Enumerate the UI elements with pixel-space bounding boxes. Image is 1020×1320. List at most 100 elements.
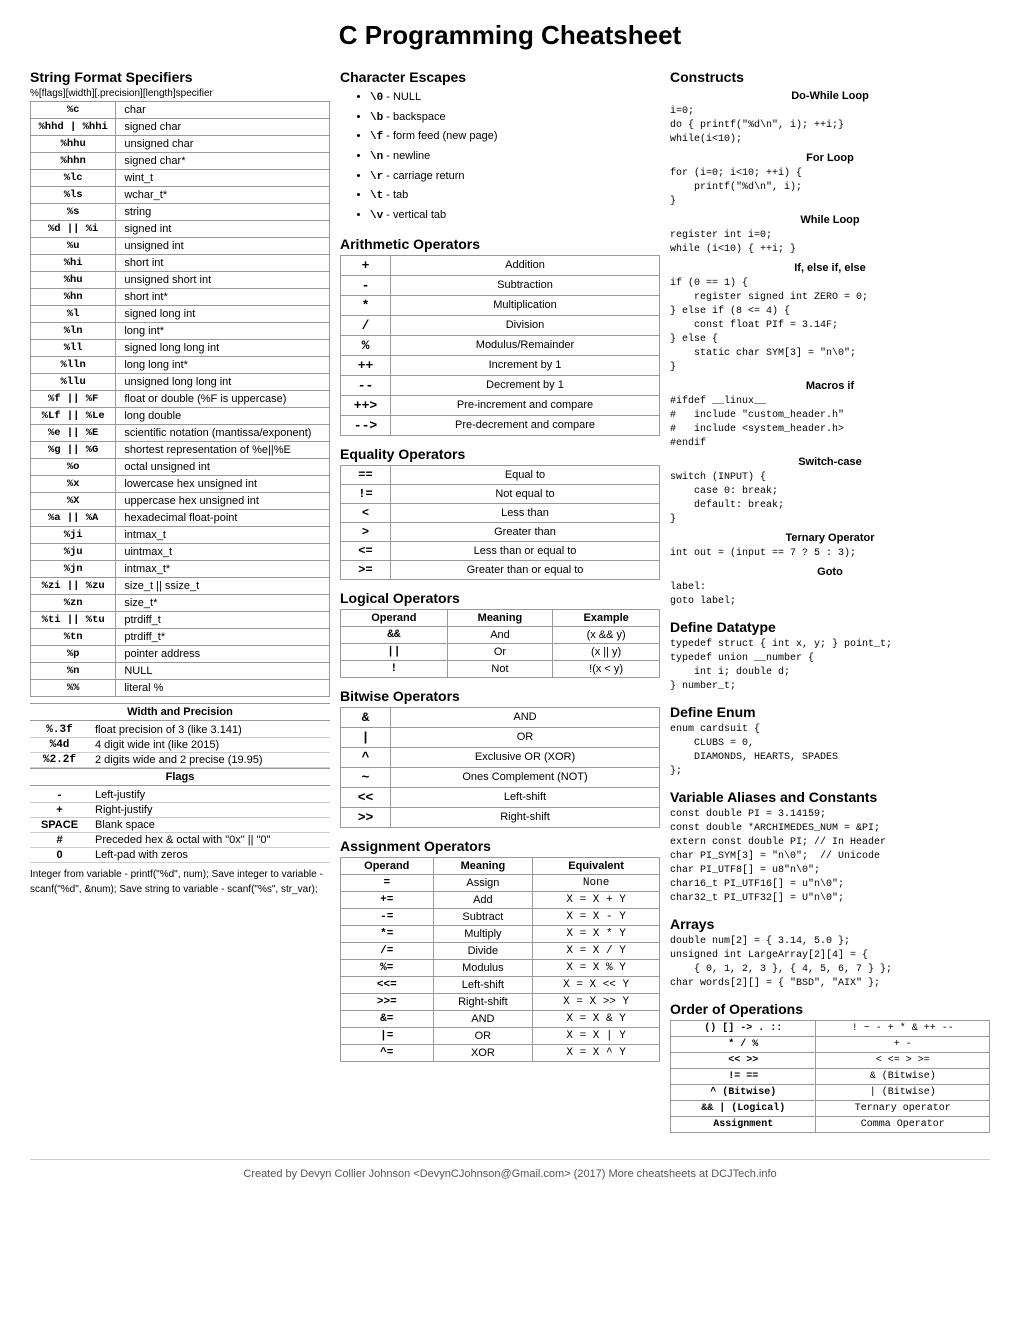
table-row: %e || %Escientific notation (mantissa/ex… xyxy=(31,425,330,442)
bitwise-table: &AND|OR^Exclusive OR (XOR)~Ones Compleme… xyxy=(340,707,660,828)
table-row: -Subtraction xyxy=(341,275,660,295)
if-else-subtitle: If, else if, else xyxy=(670,262,990,274)
list-item: \f - form feed (new page) xyxy=(370,127,660,147)
table-row: |OR xyxy=(341,727,660,747)
table-row: ^Exclusive OR (XOR) xyxy=(341,747,660,767)
equality-title: Equality Operators xyxy=(340,446,660,462)
while-loop-code: register int i=0; while (i<10) { ++i; } xyxy=(670,229,990,257)
table-row: /Division xyxy=(341,315,660,335)
list-item: \0 - NULL xyxy=(370,88,660,108)
table-row: >=Greater than or equal to xyxy=(341,560,660,579)
string-format-subtitle: %[flags][width][.precision][length]speci… xyxy=(30,88,330,99)
arrays-code: double num[2] = { 3.14, 5.0 }; unsigned … xyxy=(670,935,990,991)
table-row: %hhd | %hhisigned char xyxy=(31,119,330,136)
logical-title: Logical Operators xyxy=(340,590,660,606)
table-row: %huunsigned short int xyxy=(31,272,330,289)
flags-title: Flags xyxy=(30,768,330,786)
table-row: *Multiplication xyxy=(341,295,660,315)
table-row: %tnptrdiff_t* xyxy=(31,629,330,646)
table-row: >>Right-shift xyxy=(341,807,660,827)
table-header: Operand xyxy=(341,609,448,626)
table-row: ~Ones Complement (NOT) xyxy=(341,767,660,787)
ternary-code: int out = (input == 7 ? 5 : 3); xyxy=(670,547,990,561)
table-row: %a || %Ahexadecimal float-point xyxy=(31,510,330,527)
char-escapes-list: \0 - NULL\b - backspace\f - form feed (n… xyxy=(340,88,660,226)
list-item: 0Left-pad with zeros xyxy=(30,848,330,863)
ternary-subtitle: Ternary Operator xyxy=(670,532,990,544)
table-row: %hhuunsigned char xyxy=(31,136,330,153)
table-row: <Less than xyxy=(341,503,660,522)
table-row: >Greater than xyxy=(341,522,660,541)
for-loop-code: for (i=0; i<10; ++i) { printf("%d\n", i)… xyxy=(670,167,990,209)
list-item: +Right-justify xyxy=(30,803,330,818)
table-row: %hnshort int* xyxy=(31,289,330,306)
assignment-table: OperandMeaningEquivalent =AssignNone+=Ad… xyxy=(340,857,660,1062)
variable-aliases-title: Variable Aliases and Constants xyxy=(670,789,990,805)
table-header: Example xyxy=(553,609,660,626)
list-item: \r - carriage return xyxy=(370,167,660,187)
table-row: *=MultiplyX = X * Y xyxy=(341,925,660,942)
table-row: ||Or(x || y) xyxy=(341,643,660,660)
table-row: !Not!(x < y) xyxy=(341,660,660,677)
table-row: %ti || %tuptrdiff_t xyxy=(31,612,330,629)
table-row: %g || %Gshortest representation of %e||%… xyxy=(31,442,330,459)
table-row: /=DivideX = X / Y xyxy=(341,942,660,959)
for-loop-subtitle: For Loop xyxy=(670,152,990,164)
list-item: -Left-justify xyxy=(30,788,330,803)
page-title: C Programming Cheatsheet xyxy=(30,20,990,51)
table-row: !=Not equal to xyxy=(341,484,660,503)
table-row: %uunsigned int xyxy=(31,238,330,255)
table-row: %Xuppercase hex unsigned int xyxy=(31,493,330,510)
goto-code: label: goto label; xyxy=(670,581,990,609)
table-row: %Lf || %Lelong double xyxy=(31,408,330,425)
order-of-operations-table: () [] -> . ::! ~ - + * & ++ --* / %+ -<<… xyxy=(670,1020,990,1133)
table-row: %jiintmax_t xyxy=(31,527,330,544)
table-row: ^ (Bitwise)| (Bitwise) xyxy=(671,1085,990,1101)
table-row: %lswchar_t* xyxy=(31,187,330,204)
table-row: %lnlong int* xyxy=(31,323,330,340)
table-header: Equivalent xyxy=(533,857,660,874)
table-row: () [] -> . ::! ~ - + * & ++ -- xyxy=(671,1021,990,1037)
list-item: \v - vertical tab xyxy=(370,206,660,226)
table-row: <=Less than or equal to xyxy=(341,541,660,560)
goto-subtitle: Goto xyxy=(670,566,990,578)
list-item: \n - newline xyxy=(370,147,660,167)
arithmetic-table: +Addition-Subtraction*Multiplication/Div… xyxy=(340,255,660,436)
table-header: Meaning xyxy=(447,609,553,626)
table-row: <<Left-shift xyxy=(341,787,660,807)
table-row: %%literal % xyxy=(31,680,330,697)
table-row: ==Equal to xyxy=(341,465,660,484)
table-row: %juuintmax_t xyxy=(31,544,330,561)
table-row: &&And(x && y) xyxy=(341,626,660,643)
string-format-table: %cchar%hhd | %hhisigned char%hhuunsigned… xyxy=(30,101,330,697)
if-else-code: if (0 == 1) { register signed int ZERO =… xyxy=(670,277,990,375)
col2: Character Escapes \0 - NULL\b - backspac… xyxy=(340,69,670,1139)
table-row: %hhnsigned char* xyxy=(31,153,330,170)
define-datatype-code: typedef struct { int x, y; } point_t; ty… xyxy=(670,638,990,694)
table-row: %zi || %zusize_t || ssize_t xyxy=(31,578,330,595)
table-row: %hishort int xyxy=(31,255,330,272)
table-row: |=ORX = X | Y xyxy=(341,1027,660,1044)
list-item: %.3ffloat precision of 3 (like 3.141) xyxy=(30,723,330,738)
table-header: Meaning xyxy=(433,857,533,874)
order-of-operations-title: Order of Operations xyxy=(670,1001,990,1017)
footer: Created by Devyn Collier Johnson <DevynC… xyxy=(30,1159,990,1180)
define-enum-title: Define Enum xyxy=(670,704,990,720)
table-header: Operand xyxy=(341,857,434,874)
table-row: ++>Pre-increment and compare xyxy=(341,395,660,415)
assignment-title: Assignment Operators xyxy=(340,838,660,854)
bitwise-title: Bitwise Operators xyxy=(340,688,660,704)
list-item: %2.2f2 digits wide and 2 precise (19.95) xyxy=(30,753,330,768)
table-row: >>=Right-shiftX = X >> Y xyxy=(341,993,660,1010)
define-datatype-title: Define Datatype xyxy=(670,619,990,635)
list-item: SPACEBlank space xyxy=(30,818,330,833)
list-item: %4d4 digit wide int (like 2015) xyxy=(30,738,330,753)
table-row: %llnlong long int* xyxy=(31,357,330,374)
table-row: +Addition xyxy=(341,255,660,275)
list-item: \b - backspace xyxy=(370,108,660,128)
table-row: +=AddX = X + Y xyxy=(341,891,660,908)
table-row: %lluunsigned long long int xyxy=(31,374,330,391)
arithmetic-title: Arithmetic Operators xyxy=(340,236,660,252)
footnote: Integer from variable - printf("%d", num… xyxy=(30,867,330,897)
macros-if-subtitle: Macros if xyxy=(670,380,990,392)
